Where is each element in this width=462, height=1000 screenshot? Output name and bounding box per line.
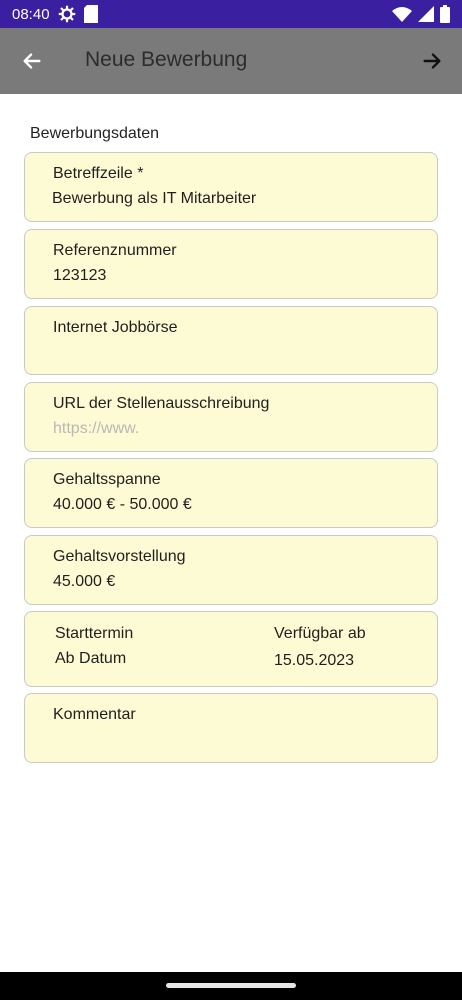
salary-range-value: 40.000 € - 50.000 € <box>53 496 192 513</box>
job-board-field[interactable]: Internet Jobbörse <box>24 306 438 375</box>
page-title: Neue Bewerbung <box>85 48 248 71</box>
date-row-card: Starttermin Ab Datum Verfügbar ab 15.05.… <box>24 611 438 687</box>
reference-number-value: 123123 <box>53 267 107 284</box>
available-from-label: Verfügbar ab <box>274 625 366 642</box>
available-from-value: 15.05.2023 <box>274 652 355 669</box>
start-date-value: Ab Datum <box>55 650 127 667</box>
reference-number-field[interactable]: Referenznummer 123123 <box>24 229 438 299</box>
salary-range-label: Gehaltsspanne <box>53 471 161 488</box>
available-from-field[interactable]: Verfügbar ab 15.05.2023 <box>274 612 424 686</box>
job-url-placeholder: https://www. <box>53 420 140 437</box>
app-bar: Neue Bewerbung <box>0 28 462 94</box>
navigation-bar <box>0 972 462 1000</box>
signal-icon <box>418 6 434 22</box>
salary-expectation-label: Gehaltsvorstellung <box>53 548 186 565</box>
job-board-label: Internet Jobbörse <box>53 319 178 336</box>
home-handle[interactable] <box>166 983 296 988</box>
subject-label: Betreffzeile * <box>53 165 144 182</box>
salary-range-field[interactable]: Gehaltsspanne 40.000 € - 50.000 € <box>24 458 438 528</box>
start-date-label: Starttermin <box>55 625 134 642</box>
comment-field[interactable]: Kommentar <box>24 693 438 763</box>
section-heading: Bewerbungsdaten <box>30 125 159 142</box>
comment-label: Kommentar <box>53 706 136 723</box>
arrow-left-icon[interactable] <box>18 47 46 75</box>
job-url-field[interactable]: URL der Stellenausschreibung https://www… <box>24 382 438 452</box>
job-url-label: URL der Stellenausschreibung <box>53 395 270 412</box>
settings-icon <box>58 5 76 23</box>
salary-expectation-field[interactable]: Gehaltsvorstellung 45.000 € <box>24 535 438 605</box>
wifi-icon <box>392 6 412 22</box>
battery-icon <box>440 5 450 23</box>
sim-card-icon <box>83 5 98 23</box>
subject-field[interactable]: Betreffzeile * Bewerbung als IT Mitarbei… <box>24 152 438 222</box>
status-bar: 08:40 <box>0 0 462 28</box>
status-time: 08:40 <box>12 5 50 23</box>
salary-expectation-value: 45.000 € <box>53 573 116 590</box>
subject-value: Bewerbung als IT Mitarbeiter <box>52 190 257 207</box>
arrow-right-icon[interactable] <box>418 47 446 75</box>
reference-number-label: Referenznummer <box>53 242 177 259</box>
start-date-field[interactable]: Starttermin Ab Datum <box>55 612 255 686</box>
